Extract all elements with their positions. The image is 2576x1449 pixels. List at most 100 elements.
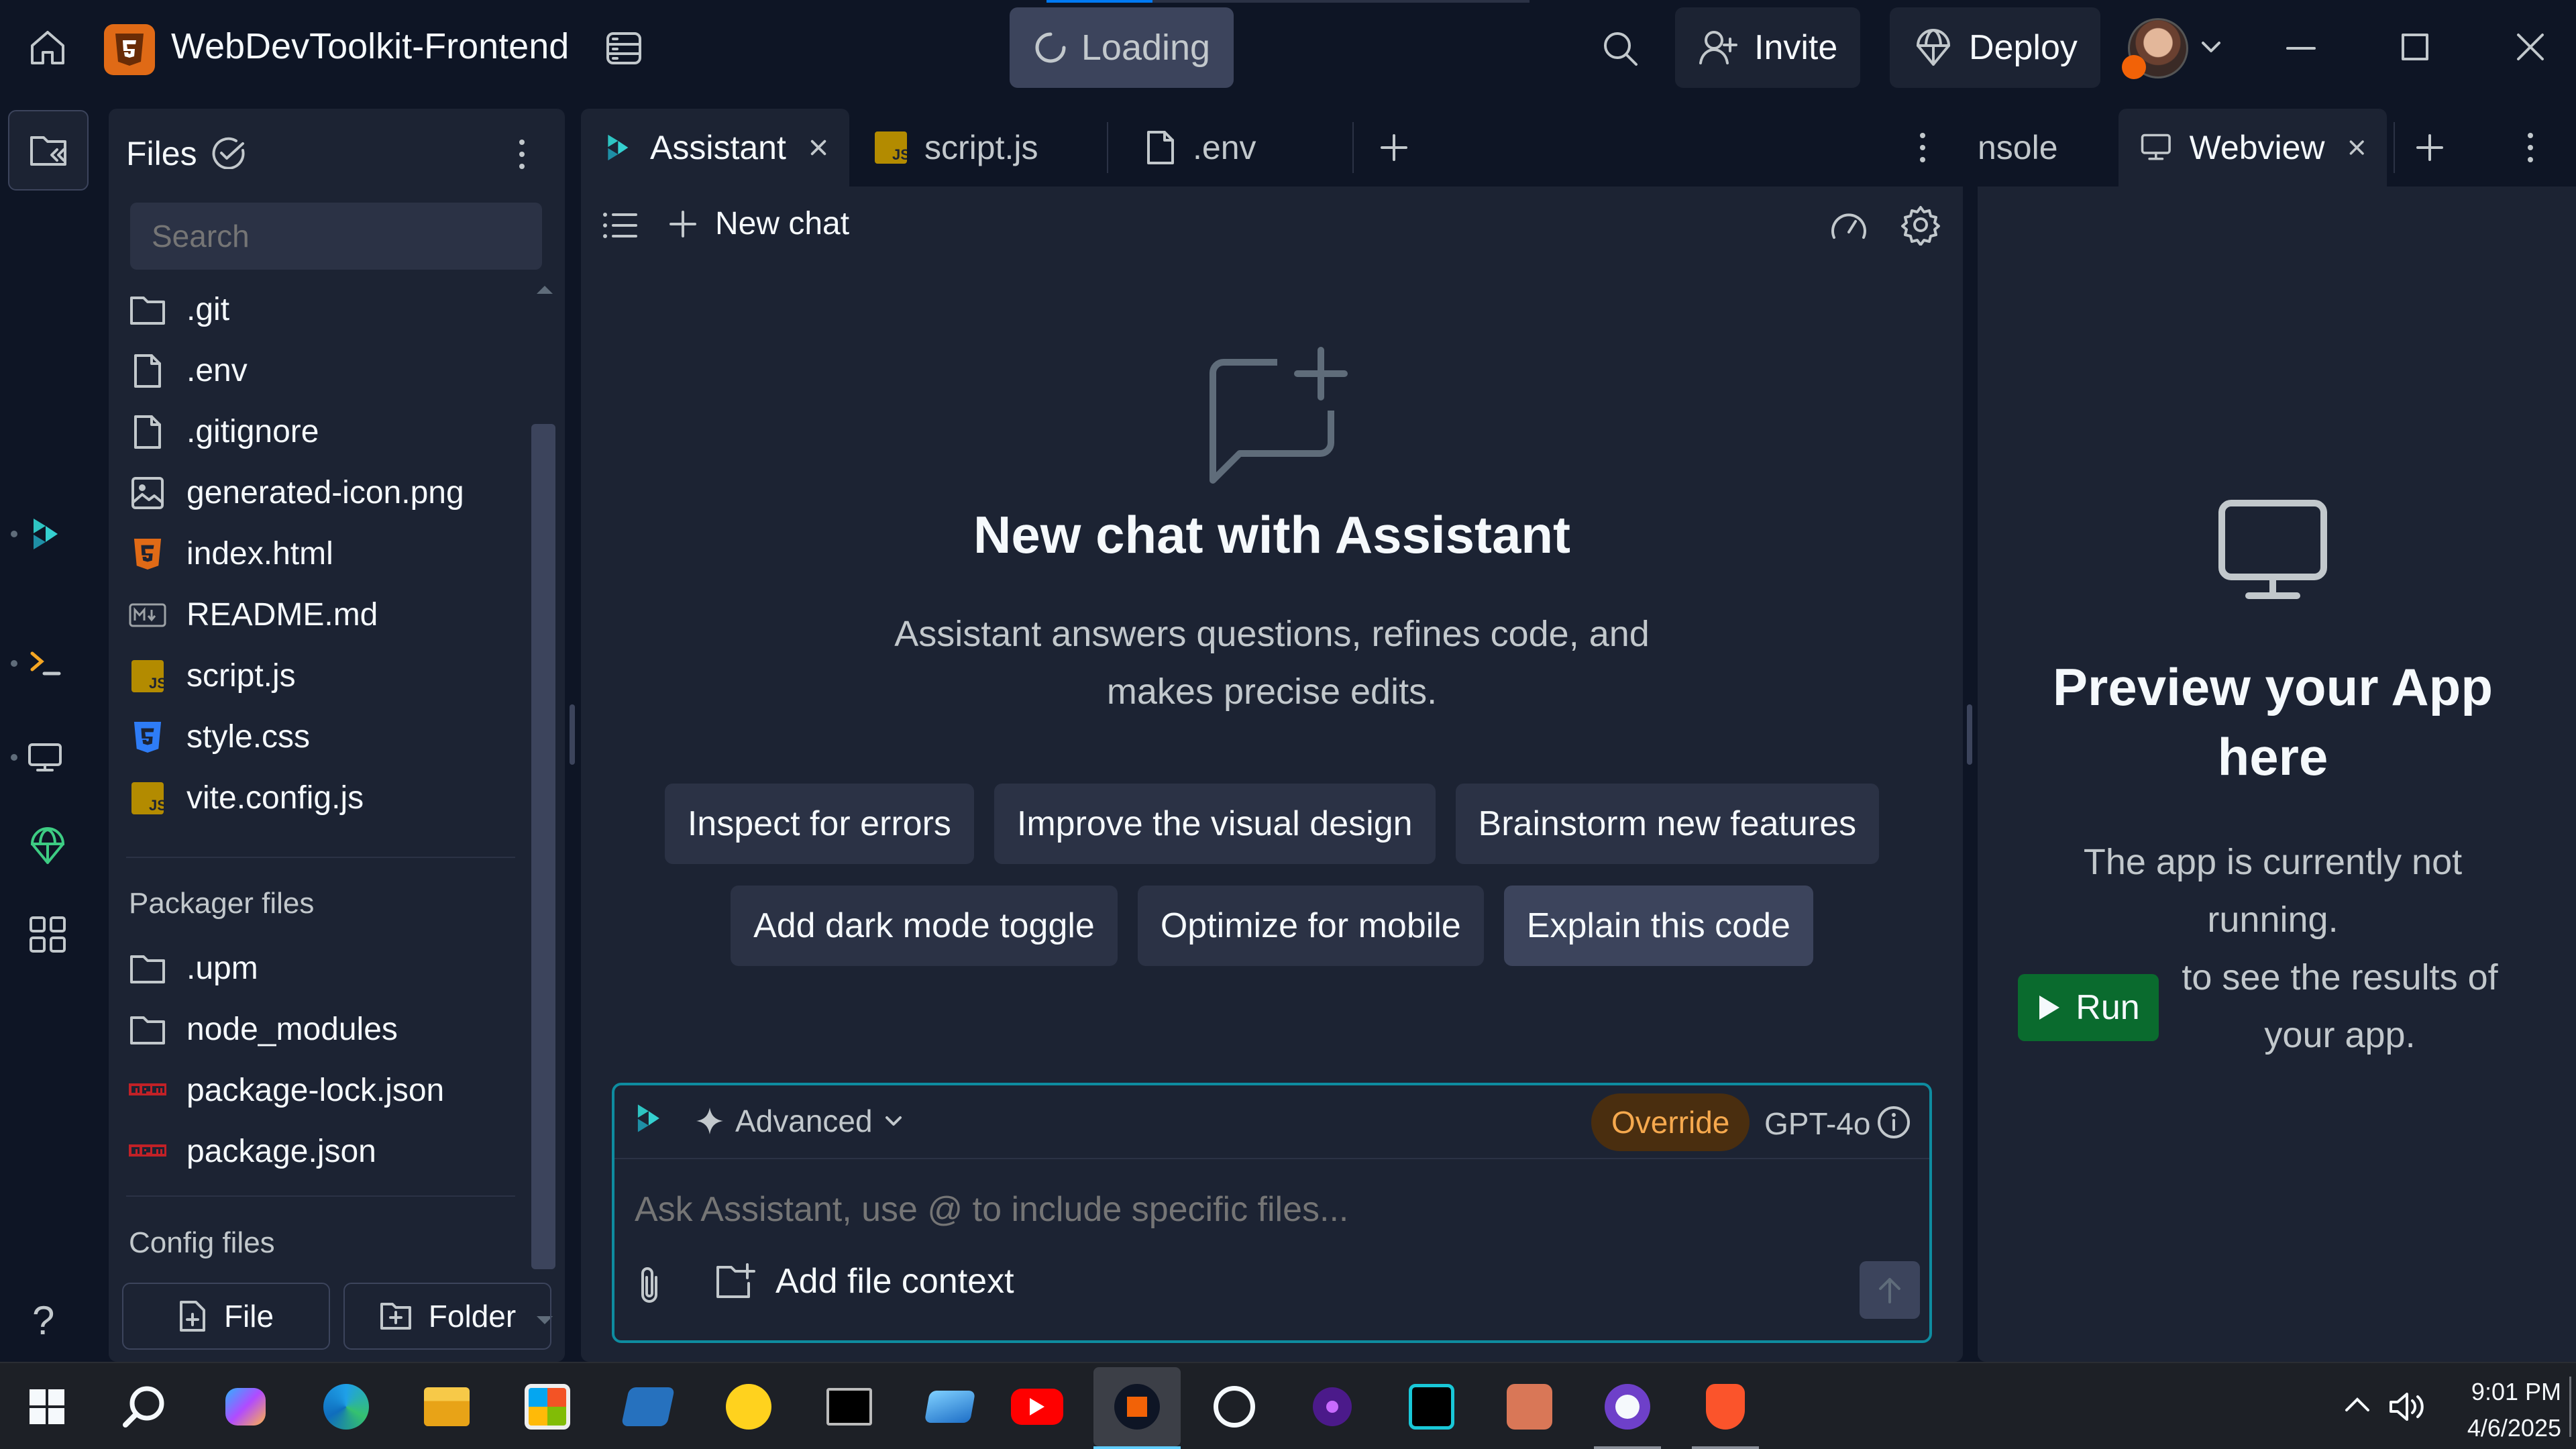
- project-name[interactable]: WebDevToolkit-Frontend: [171, 25, 569, 67]
- model-label[interactable]: GPT-4o: [1764, 1106, 1871, 1142]
- close-tab-icon[interactable]: [2348, 138, 2365, 158]
- github-icon[interactable]: [1587, 1367, 1668, 1446]
- windows-icon[interactable]: [7, 1367, 87, 1446]
- file-item[interactable]: README.md: [109, 584, 525, 645]
- search-icon[interactable]: [1600, 28, 1640, 68]
- add-file-context-button[interactable]: Add file context: [715, 1261, 1014, 1301]
- tab-menu-icon[interactable]: [1916, 129, 1929, 166]
- webview-rail-icon[interactable]: [11, 739, 63, 775]
- override-badge[interactable]: Override: [1591, 1093, 1750, 1151]
- resize-handle[interactable]: [1967, 704, 1972, 765]
- tab-assistant[interactable]: Assistant: [581, 109, 849, 186]
- perplexity-icon[interactable]: [1292, 1367, 1373, 1446]
- store-icon[interactable]: [507, 1367, 588, 1446]
- chat-input[interactable]: [635, 1179, 1896, 1240]
- config-files-title: Config files: [129, 1226, 275, 1259]
- mode-selector[interactable]: Advanced: [695, 1103, 904, 1139]
- suggestion-chip[interactable]: Improve the visual design: [994, 784, 1436, 864]
- project-menu-icon[interactable]: [604, 28, 644, 68]
- home-icon[interactable]: [27, 27, 68, 68]
- files-menu-icon[interactable]: [515, 136, 529, 173]
- tab-label: .env: [1193, 129, 1256, 166]
- divider: [126, 857, 515, 858]
- tab-webview[interactable]: Webview: [2118, 109, 2387, 186]
- deployments-rail-icon[interactable]: [28, 826, 67, 865]
- settings-gear-icon[interactable]: [1900, 204, 1941, 246]
- attach-paperclip-icon[interactable]: [635, 1265, 664, 1305]
- info-icon[interactable]: [1876, 1104, 1912, 1140]
- file-icon: [129, 352, 166, 390]
- new-file-button[interactable]: File: [122, 1283, 330, 1350]
- deploy-button[interactable]: Deploy: [1890, 7, 2100, 88]
- new-chat-button[interactable]: New chat: [668, 205, 849, 242]
- file-item[interactable]: package.json: [109, 1121, 525, 1182]
- empty-state-subtitle: Assistant answers questions, refines cod…: [894, 614, 1650, 712]
- shell-rail-icon[interactable]: [11, 645, 63, 682]
- file-item[interactable]: .git: [109, 279, 525, 340]
- tab-env[interactable]: .env: [1124, 109, 1346, 186]
- resize-handle[interactable]: [570, 704, 575, 765]
- file-item[interactable]: .upm: [109, 938, 525, 999]
- close-icon[interactable]: [2510, 27, 2551, 67]
- replit-icon[interactable]: [1093, 1367, 1181, 1446]
- help-icon[interactable]: ?: [32, 1297, 54, 1344]
- files-scrollbar[interactable]: [523, 283, 561, 1336]
- composer-divider: [614, 1158, 1929, 1159]
- clock-date[interactable]: 4/6/2025: [2434, 1414, 2561, 1442]
- file-item[interactable]: .gitignore: [109, 401, 525, 462]
- file-item[interactable]: generated-icon.png: [109, 462, 525, 523]
- suggestion-chip[interactable]: Inspect for errors: [664, 784, 974, 864]
- run-button[interactable]: Run: [2018, 974, 2159, 1041]
- new-folder-button[interactable]: Folder: [343, 1283, 551, 1350]
- edge-icon[interactable]: [306, 1367, 386, 1446]
- minimize-icon[interactable]: [2281, 27, 2321, 67]
- volume-icon[interactable]: [2388, 1390, 2427, 1424]
- suggestion-chip[interactable]: Brainstorm new features: [1455, 784, 1880, 864]
- remote-desktop-icon[interactable]: [910, 1367, 990, 1446]
- terminal-icon[interactable]: [809, 1367, 890, 1446]
- plus-icon: [669, 210, 696, 237]
- file-explorer-icon[interactable]: [407, 1367, 487, 1446]
- powershell-icon[interactable]: [608, 1367, 688, 1446]
- file-item[interactable]: node_modules: [109, 999, 525, 1060]
- file-item[interactable]: JS vite.config.js: [109, 767, 525, 828]
- assistant-rail-icon[interactable]: [11, 516, 63, 552]
- copilot-icon[interactable]: [205, 1367, 286, 1446]
- file-tree-toggle-icon[interactable]: [8, 110, 89, 191]
- top-bar: WebDevToolkit-Frontend Loading Invite De…: [0, 0, 2576, 95]
- suggestion-chip[interactable]: Optimize for mobile: [1137, 885, 1484, 966]
- file-item[interactable]: JS script.js: [109, 645, 525, 706]
- file-item[interactable]: package-lock.json: [109, 1060, 525, 1121]
- tab-menu-icon[interactable]: [2524, 129, 2537, 166]
- file-item[interactable]: style.css: [109, 706, 525, 767]
- cursor-icon[interactable]: [1391, 1367, 1472, 1446]
- send-button[interactable]: [1860, 1261, 1920, 1319]
- huggingface-icon[interactable]: [708, 1367, 789, 1446]
- tab-console[interactable]: nsole: [1978, 109, 2112, 186]
- show-desktop[interactable]: [2569, 1377, 2571, 1437]
- brave-icon[interactable]: [1685, 1367, 1766, 1446]
- speedometer-icon[interactable]: [1829, 208, 1869, 243]
- file-item[interactable]: index.html: [109, 523, 525, 584]
- tab-script-js[interactable]: JS script.js: [853, 109, 1097, 186]
- maximize-icon[interactable]: [2395, 27, 2435, 67]
- tray-chevron-up-icon[interactable]: [2343, 1394, 2372, 1414]
- claude-icon[interactable]: [1489, 1367, 1570, 1446]
- chevron-down-icon[interactable]: [2199, 39, 2223, 55]
- folder-icon: [129, 291, 166, 329]
- clock-time[interactable]: 9:01 PM: [2434, 1378, 2561, 1406]
- new-tab-plus-icon[interactable]: [2412, 130, 2447, 165]
- close-tab-icon[interactable]: [809, 138, 828, 158]
- suggestion-chip[interactable]: Explain this code: [1503, 885, 1813, 966]
- suggestion-chip[interactable]: Add dark mode toggle: [731, 885, 1118, 966]
- search-icon[interactable]: [105, 1367, 185, 1446]
- new-tab-plus-icon[interactable]: [1377, 130, 1411, 165]
- youtube-icon[interactable]: [997, 1367, 1077, 1446]
- avatar-badge-icon: [2122, 55, 2146, 79]
- apps-grid-icon[interactable]: [28, 915, 67, 954]
- chat-history-icon[interactable]: [601, 208, 639, 243]
- invite-button[interactable]: Invite: [1675, 7, 1861, 88]
- file-item[interactable]: .env: [109, 340, 525, 401]
- search-input[interactable]: [130, 203, 542, 270]
- chatgpt-icon[interactable]: [1194, 1367, 1275, 1446]
